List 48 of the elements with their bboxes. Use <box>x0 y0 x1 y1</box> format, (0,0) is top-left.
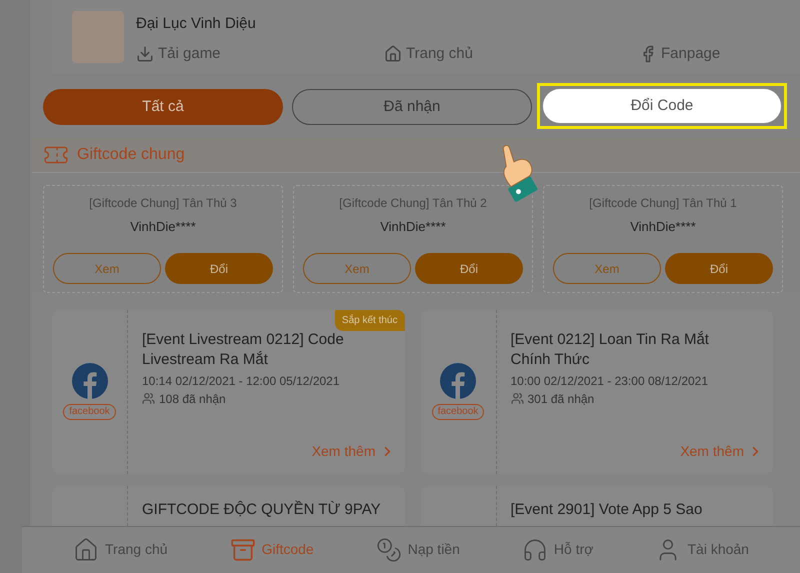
event-title: GIFTCODE ĐỘC QUYỀN TỪ 9PAY <box>141 500 381 520</box>
source-tag: facebook <box>432 404 484 420</box>
home-icon <box>384 44 402 63</box>
giftcode-title: [Giftcode Chung] Tân Thủ 2 <box>339 194 487 212</box>
view-button[interactable]: Xem <box>553 253 661 284</box>
claimed-count: 108 đã nhận <box>159 390 226 408</box>
header-link[interactable]: Tải game <box>136 42 384 65</box>
source-tag: facebook <box>63 404 116 420</box>
facebook-logo-icon <box>440 363 476 400</box>
giftcode-value: VinhDie**** <box>380 218 446 236</box>
ending-soon-badge: Sắp kết thúc <box>334 310 404 331</box>
event-title: [Event Livestream 0212] Code Livestream Ra Mắt <box>142 330 345 370</box>
event-time: 10:00 02/12/2021 - 23:00 08/12/2021 <box>510 372 710 390</box>
redeem-button[interactable]: Đổi <box>165 253 273 284</box>
filter-tab[interactable]: Đổi Code <box>542 88 782 124</box>
redeem-button[interactable]: Đổi <box>415 253 523 284</box>
nav-item[interactable]: Trang chủ <box>73 536 168 563</box>
giftcode-title: [Giftcode Chung] Tân Thủ 1 <box>589 194 737 212</box>
claimed-count: 301 đã nhận <box>528 390 594 408</box>
facebook-logo-icon <box>72 363 108 400</box>
headset-icon <box>522 536 548 563</box>
header-link[interactable]: Trang chủ <box>384 42 639 65</box>
section-title: Giftcode chung <box>77 145 185 166</box>
see-more-link[interactable]: Xem thêm <box>680 440 763 462</box>
filter-tab[interactable]: Tất cả <box>43 89 283 126</box>
giftcode-title: [Giftcode Chung] Tân Thủ 3 <box>89 194 237 212</box>
event-title: [Event 2901] Vote App 5 Sao <box>510 500 702 520</box>
view-button[interactable]: Xem <box>53 253 161 284</box>
giftcode-value: VinhDie**** <box>630 218 696 236</box>
view-button[interactable]: Xem <box>303 253 411 284</box>
giftcode-value: VinhDie**** <box>130 218 196 236</box>
see-more-link[interactable]: Xem thêm <box>312 440 394 462</box>
nav-item[interactable]: Hỗ trợ <box>522 536 594 563</box>
nav-item[interactable]: Nạp tiền <box>376 536 460 563</box>
coins-icon <box>376 536 402 563</box>
gift-box-icon <box>230 536 256 563</box>
header-link[interactable]: Fanpage <box>639 42 720 65</box>
event-title: [Event 0212] Loan Tin Ra Mắt Chính Thức <box>510 330 710 370</box>
download-icon <box>136 44 154 63</box>
users-icon <box>142 392 155 406</box>
redeem-button[interactable]: Đổi <box>665 253 773 284</box>
nav-item[interactable]: Giftcode <box>230 536 314 563</box>
home-icon <box>73 536 100 563</box>
nav-item[interactable]: Tài khoản <box>655 536 749 563</box>
game-title: Đại Lục Vinh Diệu <box>136 14 257 34</box>
users-icon <box>510 392 524 406</box>
event-time: 10:14 02/12/2021 - 12:00 05/12/2021 <box>142 372 341 390</box>
filter-tab[interactable]: Đã nhận <box>292 89 532 126</box>
